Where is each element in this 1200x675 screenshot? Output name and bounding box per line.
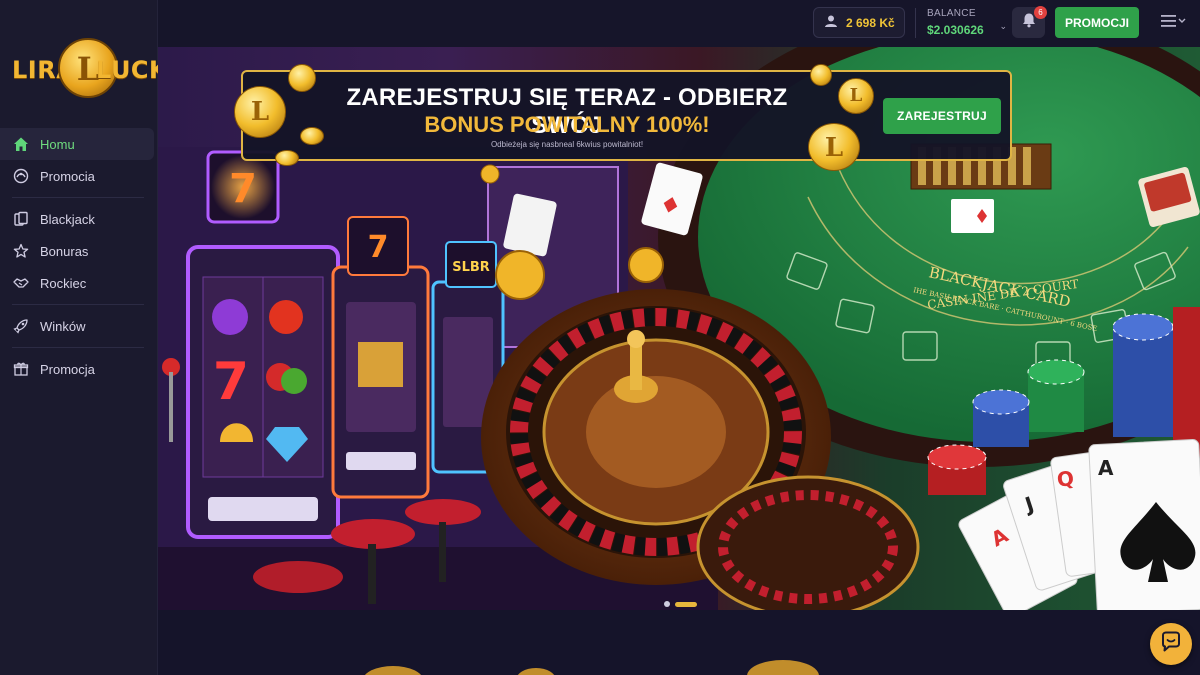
gold-coin-icon	[810, 64, 832, 86]
user-balance-pill[interactable]: 2 698 Kč	[813, 7, 905, 38]
live-chat-button[interactable]	[1150, 623, 1192, 665]
star-icon	[12, 242, 30, 260]
chat-bubble-icon	[1160, 631, 1182, 658]
sidebar-item-promocja[interactable]: Promocja	[0, 353, 154, 385]
sidebar-item-winkow[interactable]: Winków	[0, 310, 154, 342]
carousel-dot-active[interactable]	[675, 601, 697, 607]
cards-icon	[12, 210, 30, 228]
gold-coin-icon	[275, 150, 299, 166]
card-queen-text: Q	[1055, 466, 1075, 492]
user-balance-value: 2 698 Kč	[846, 15, 895, 30]
gift-box-icon	[12, 360, 30, 378]
menu-button[interactable]	[1156, 10, 1190, 36]
sidebar-item-label: Bonuras	[40, 243, 89, 259]
chevron-down-icon: ⌄	[999, 21, 1007, 31]
sidebar-item-label: Rockiec	[40, 275, 87, 291]
sidebar-item-label: Blackjack	[40, 211, 95, 227]
notifications-button[interactable]: 6	[1012, 6, 1047, 38]
sidebar-item-rockiec[interactable]: Rockiec	[0, 267, 154, 299]
top-bar: 2 698 Kč BALANCE $2.030626 ⌄ 6 PROMOCJI	[158, 0, 1200, 47]
balance-label: BALANCE	[927, 8, 976, 19]
sidebar-divider	[12, 197, 144, 198]
sidebar-nav: Homu Promocia Blackjack Bonuras Rockiec	[0, 128, 158, 385]
gold-coin-icon: L	[808, 123, 860, 171]
balance-value: $2.030626	[927, 23, 984, 37]
promocji-button[interactable]: PROMOCJI	[1055, 7, 1139, 38]
rocket-icon	[12, 317, 30, 335]
gift-icon	[12, 167, 30, 185]
notification-count-badge: 6	[1034, 6, 1047, 19]
banner-bonus-text: BONUS POWITALNY 100%!	[424, 112, 710, 137]
gold-coin-icon: L	[234, 86, 286, 138]
sidebar-divider	[12, 347, 144, 348]
welcome-bonus-banner: ZAREJESTRUJ SIĘ TERAZ - ODBIERZ SWÓJ BON…	[241, 70, 1012, 161]
sidebar-item-bonuras[interactable]: Bonuras	[0, 235, 154, 267]
slot-seven-small-text: 7	[368, 230, 389, 265]
hamburger-icon	[1160, 13, 1186, 34]
gold-coin-icon	[300, 127, 324, 145]
topbar-divider	[915, 8, 916, 38]
card-ace-black-text: A	[1098, 456, 1114, 480]
gold-coin-icon	[288, 64, 316, 92]
brand-logo[interactable]: LIRA L LUCK	[10, 38, 170, 102]
slot-seven-text: 7	[229, 166, 257, 212]
sidebar-item-promocia[interactable]: Promocia	[0, 160, 154, 192]
sidebar-item-label: Promocja	[40, 361, 95, 377]
home-icon	[12, 135, 30, 153]
sidebar-divider	[12, 304, 144, 305]
sidebar-item-label: Promocia	[40, 168, 95, 184]
carousel-indicators	[664, 601, 702, 607]
user-icon	[824, 14, 838, 31]
slot-label-text: SLBR	[452, 260, 490, 275]
sidebar-item-label: Winków	[40, 318, 86, 334]
banner-subtext: Odbieżeja się nasbneal 6kwius powitalnio…	[490, 140, 644, 149]
carousel-dot[interactable]	[664, 601, 670, 607]
sidebar-item-blackjack[interactable]: Blackjack	[0, 203, 154, 235]
sidebar: LIRA L LUCK Homu Promocia Blackjack Bonu…	[0, 0, 168, 675]
slot-seven-main-text: 7	[213, 352, 249, 412]
content-section-below	[158, 610, 1200, 675]
gold-coin-icon: L	[838, 78, 874, 114]
sidebar-item-label: Homu	[40, 136, 75, 152]
handshake-icon	[12, 274, 30, 292]
register-button[interactable]: ZAREJESTRUJ	[883, 98, 1001, 134]
balance-dropdown[interactable]: BALANCE $2.030626 ⌄	[927, 8, 1007, 38]
sidebar-item-homu[interactable]: Homu	[0, 128, 154, 160]
